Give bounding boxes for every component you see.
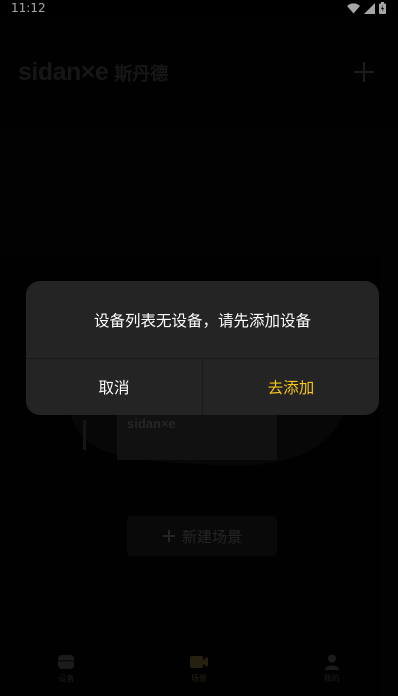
go-add-button[interactable]: 去添加 — [203, 359, 379, 415]
no-device-dialog: 设备列表无设备，请先添加设备 取消 去添加 — [26, 281, 379, 415]
cancel-button[interactable]: 取消 — [26, 359, 202, 415]
dialog-message: 设备列表无设备，请先添加设备 — [93, 311, 311, 330]
dialog-actions: 取消 去添加 — [26, 359, 379, 415]
